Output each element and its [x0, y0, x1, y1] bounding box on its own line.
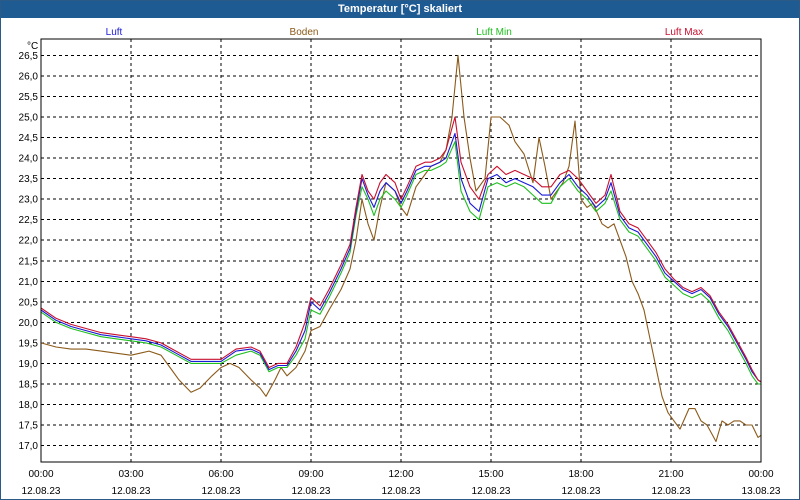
y-tick-label: 20,0	[19, 318, 39, 329]
x-tick-time-label: 21:00	[658, 469, 683, 480]
y-tick-label: 17,0	[19, 441, 39, 452]
x-tick-time-label: 00:00	[28, 469, 53, 480]
chart-title: Temperatur [°C] skaliert	[1, 1, 799, 18]
y-tick-label: 17,5	[19, 421, 39, 432]
x-tick-date-label: 13.08.23	[742, 486, 781, 497]
x-tick-time-label: 15:00	[478, 469, 503, 480]
y-tick-label: 21,0	[19, 277, 39, 288]
x-tick-date-label: 12.08.23	[652, 486, 691, 497]
y-tick-label: 26,0	[19, 71, 39, 82]
y-tick-label: 21,5	[19, 256, 39, 267]
y-tick-label: 25,0	[19, 113, 39, 124]
x-tick-time-label: 00:00	[748, 469, 773, 480]
x-tick-time-label: 03:00	[118, 469, 143, 480]
temperature-chart: °C 17,017,518,018,519,019,520,020,521,02…	[19, 27, 781, 497]
x-tick-date-label: 12.08.23	[112, 486, 151, 497]
chart-window: Temperatur [°C] skaliert °C 17,0 17,5 18,0…	[0, 0, 800, 500]
x-tick-date-label: 12.08.23	[22, 486, 61, 497]
y-tick-label: 24,0	[19, 154, 39, 165]
legend-item: Luft Max	[665, 27, 703, 38]
x-tick-time-label: 12:00	[388, 469, 413, 480]
y-tick-label: 23,5	[19, 174, 39, 185]
y-tick-label: 18,5	[19, 379, 39, 390]
y-tick-label: 25,5	[19, 92, 39, 103]
legend-item: Luft	[106, 27, 123, 38]
y-tick-label: 26,5	[19, 51, 39, 62]
y-axis: °C 17,017,518,018,519,019,520,020,521,02…	[19, 41, 39, 452]
y-tick-label: 23,0	[19, 195, 39, 206]
y-tick-label: 20,5	[19, 297, 39, 308]
y-tick-label: 22,0	[19, 236, 39, 247]
x-tick-date-label: 12.08.23	[472, 486, 511, 497]
legend-item: Luft Min	[476, 27, 512, 38]
x-tick-date-label: 12.08.23	[292, 486, 331, 497]
legend-item: Boden	[290, 27, 319, 38]
x-tick-date-label: 12.08.23	[382, 486, 421, 497]
x-tick-date-label: 12.08.23	[562, 486, 601, 497]
legend: Luft Boden Luft Min Luft Max	[106, 27, 704, 38]
y-tick-label: 19,5	[19, 338, 39, 349]
y-tick-label: 19,0	[19, 359, 39, 370]
y-tick-label: 18,0	[19, 400, 39, 411]
x-tick-date-label: 12.08.23	[202, 486, 241, 497]
x-axis: 00:00 12.08.23 03:00 12.08.23 06:00 12.08.23 0…	[22, 469, 781, 497]
x-tick-time-label: 06:00	[208, 469, 233, 480]
y-tick-label: 22,5	[19, 215, 39, 226]
x-tick-time-label: 09:00	[298, 469, 323, 480]
y-tick-label: 24,5	[19, 133, 39, 144]
grid	[41, 39, 761, 462]
x-tick-time-label: 18:00	[568, 469, 593, 480]
